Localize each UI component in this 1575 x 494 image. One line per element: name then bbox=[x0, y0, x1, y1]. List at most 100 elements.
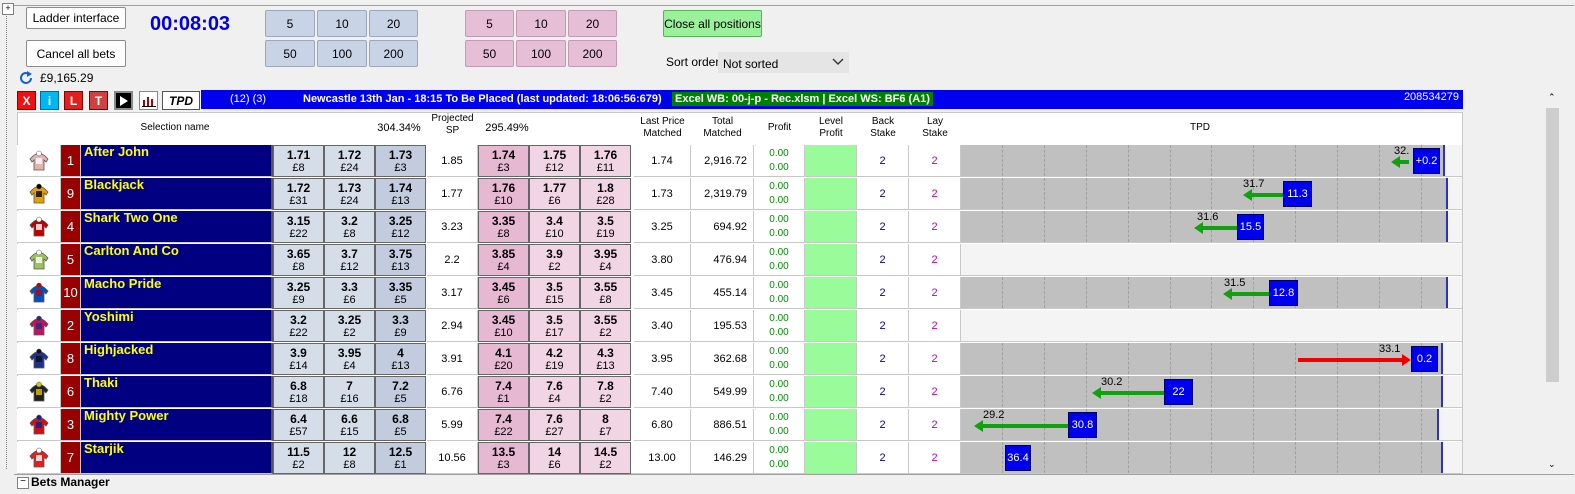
level-profit-button[interactable] bbox=[805, 244, 857, 276]
lay-stake-value[interactable]: 2 bbox=[909, 343, 961, 375]
back-price-cell[interactable]: 7 £16 bbox=[324, 376, 375, 408]
back-stake-20-button[interactable]: 20 bbox=[369, 10, 418, 37]
back-price-cell[interactable]: 1.73 £3 bbox=[375, 145, 426, 177]
back-price-cell[interactable]: 6.4 £57 bbox=[273, 409, 324, 441]
level-profit-button[interactable] bbox=[805, 178, 857, 210]
cancel-all-bets-button[interactable]: Cancel all bets bbox=[26, 40, 126, 67]
back-price-cell[interactable]: 3.7 £12 bbox=[324, 244, 375, 276]
back-price-cell[interactable]: 6.6 £15 bbox=[324, 409, 375, 441]
lay-price-cell[interactable]: 3.45 £6 bbox=[478, 277, 529, 309]
back-stake-5-button[interactable]: 5 bbox=[265, 10, 315, 37]
lay-stake-value[interactable]: 2 bbox=[909, 310, 961, 342]
lay-price-cell[interactable]: 3.95 £4 bbox=[580, 244, 631, 276]
lay-price-cell[interactable]: 8 £7 bbox=[580, 409, 631, 441]
level-profit-button[interactable] bbox=[805, 442, 857, 474]
back-price-cell[interactable]: 3.95 £4 bbox=[324, 343, 375, 375]
runner-name[interactable]: Blackjack bbox=[81, 178, 273, 210]
lay-price-cell[interactable]: 1.8 £28 bbox=[580, 178, 631, 210]
lay-price-cell[interactable]: 4.2 £19 bbox=[529, 343, 580, 375]
lay-price-cell[interactable]: 3.5 £15 bbox=[529, 277, 580, 309]
lay-price-cell[interactable]: 1.75 £12 bbox=[529, 145, 580, 177]
back-price-cell[interactable]: 3.3 £6 bbox=[324, 277, 375, 309]
lay-price-cell[interactable]: 3.45 £10 bbox=[478, 310, 529, 342]
ladder-interface-button[interactable]: Ladder interface bbox=[26, 7, 126, 29]
lay-price-cell[interactable]: 7.8 £2 bbox=[580, 376, 631, 408]
lay-price-cell[interactable]: 7.4 £1 bbox=[478, 376, 529, 408]
back-price-cell[interactable]: 3.35 £5 bbox=[375, 277, 426, 309]
level-profit-button[interactable] bbox=[805, 211, 857, 243]
level-profit-button[interactable] bbox=[805, 343, 857, 375]
runner-name[interactable]: Starjik bbox=[81, 442, 273, 474]
lay-price-cell[interactable]: 1.77 £6 bbox=[529, 178, 580, 210]
lay-price-cell[interactable]: 1.76 £10 bbox=[478, 178, 529, 210]
back-price-cell[interactable]: 11.5 £2 bbox=[273, 442, 324, 474]
lay-price-cell[interactable]: 3.35 £8 bbox=[478, 211, 529, 243]
back-stake-value[interactable]: 2 bbox=[857, 442, 909, 474]
back-price-cell[interactable]: 12.5 £1 bbox=[375, 442, 426, 474]
scroll-up-icon[interactable]: ⌃ bbox=[1548, 92, 1556, 103]
lay-stake-value[interactable]: 2 bbox=[909, 145, 961, 177]
lay-price-cell[interactable]: 7.6 £4 bbox=[529, 376, 580, 408]
back-price-cell[interactable]: 3.15 £22 bbox=[273, 211, 324, 243]
lay-price-cell[interactable]: 3.4 £10 bbox=[529, 211, 580, 243]
lay-stake-value[interactable]: 2 bbox=[909, 244, 961, 276]
runner-name[interactable]: Yoshimi bbox=[81, 310, 273, 342]
scroll-down-icon[interactable]: ⌄ bbox=[1548, 459, 1556, 470]
back-price-cell[interactable]: 1.71 £8 bbox=[273, 145, 324, 177]
runner-name[interactable]: Thaki bbox=[81, 376, 273, 408]
close-all-positions-button[interactable]: Close all positions bbox=[663, 10, 762, 37]
back-price-cell[interactable]: 1.72 £31 bbox=[273, 178, 324, 210]
lay-stake-value[interactable]: 2 bbox=[909, 409, 961, 441]
level-profit-button[interactable] bbox=[805, 310, 857, 342]
back-price-cell[interactable]: 4 £13 bbox=[375, 343, 426, 375]
vertical-scrollbar[interactable]: ⌃ ⌄ bbox=[1545, 90, 1560, 474]
back-stake-200-button[interactable]: 200 bbox=[369, 40, 418, 67]
back-stake-value[interactable]: 2 bbox=[857, 178, 909, 210]
back-price-cell[interactable]: 6.8 £5 bbox=[375, 409, 426, 441]
runner-name[interactable]: Macho Pride bbox=[81, 277, 273, 309]
lay-price-cell[interactable]: 3.55 £8 bbox=[580, 277, 631, 309]
lay-stake-value[interactable]: 2 bbox=[909, 277, 961, 309]
level-profit-button[interactable] bbox=[805, 409, 857, 441]
tpd-button[interactable]: TPD bbox=[162, 91, 200, 110]
back-stake-value[interactable]: 2 bbox=[857, 310, 909, 342]
l-button[interactable]: L bbox=[64, 91, 83, 110]
lay-stake-value[interactable]: 2 bbox=[909, 211, 961, 243]
lay-price-cell[interactable]: 3.55 £2 bbox=[580, 310, 631, 342]
level-profit-button[interactable] bbox=[805, 376, 857, 408]
refresh-icon[interactable] bbox=[18, 70, 34, 86]
level-profit-button[interactable] bbox=[805, 145, 857, 177]
lay-price-cell[interactable]: 14 £6 bbox=[529, 442, 580, 474]
back-price-cell[interactable]: 6.8 £18 bbox=[273, 376, 324, 408]
lay-price-cell[interactable]: 7.4 £22 bbox=[478, 409, 529, 441]
back-price-cell[interactable]: 3.3 £9 bbox=[375, 310, 426, 342]
back-price-cell[interactable]: 3.25 £9 bbox=[273, 277, 324, 309]
play-icon[interactable] bbox=[114, 91, 133, 110]
t-button[interactable]: T bbox=[89, 91, 108, 110]
back-price-cell[interactable]: 3.9 £14 bbox=[273, 343, 324, 375]
scroll-thumb[interactable] bbox=[1546, 108, 1559, 382]
back-stake-value[interactable]: 2 bbox=[857, 343, 909, 375]
lay-stake-50-button[interactable]: 50 bbox=[465, 40, 514, 67]
lay-stake-10-button[interactable]: 10 bbox=[516, 10, 566, 37]
back-price-cell[interactable]: 3.25 £12 bbox=[375, 211, 426, 243]
lay-price-cell[interactable]: 14.5 £2 bbox=[580, 442, 631, 474]
back-price-cell[interactable]: 3.65 £8 bbox=[273, 244, 324, 276]
runner-name[interactable]: After John bbox=[81, 145, 273, 177]
back-stake-value[interactable]: 2 bbox=[857, 376, 909, 408]
lay-price-cell[interactable]: 4.1 £20 bbox=[478, 343, 529, 375]
back-stake-100-button[interactable]: 100 bbox=[317, 40, 367, 67]
back-stake-50-button[interactable]: 50 bbox=[265, 40, 315, 67]
collapse-toggle[interactable]: + bbox=[2, 3, 14, 15]
lay-price-cell[interactable]: 7.6 £27 bbox=[529, 409, 580, 441]
back-price-cell[interactable]: 3.75 £13 bbox=[375, 244, 426, 276]
lay-price-cell[interactable]: 1.74 £3 bbox=[478, 145, 529, 177]
lay-price-cell[interactable]: 3.5 £17 bbox=[529, 310, 580, 342]
runner-name[interactable]: Mighty Power bbox=[81, 409, 273, 441]
lay-stake-value[interactable]: 2 bbox=[909, 178, 961, 210]
lay-price-cell[interactable]: 4.3 £13 bbox=[580, 343, 631, 375]
back-price-cell[interactable]: 7.2 £5 bbox=[375, 376, 426, 408]
runner-name[interactable]: Carlton And Co bbox=[81, 244, 273, 276]
x-button[interactable]: X bbox=[17, 91, 36, 110]
back-stake-10-button[interactable]: 10 bbox=[317, 10, 367, 37]
